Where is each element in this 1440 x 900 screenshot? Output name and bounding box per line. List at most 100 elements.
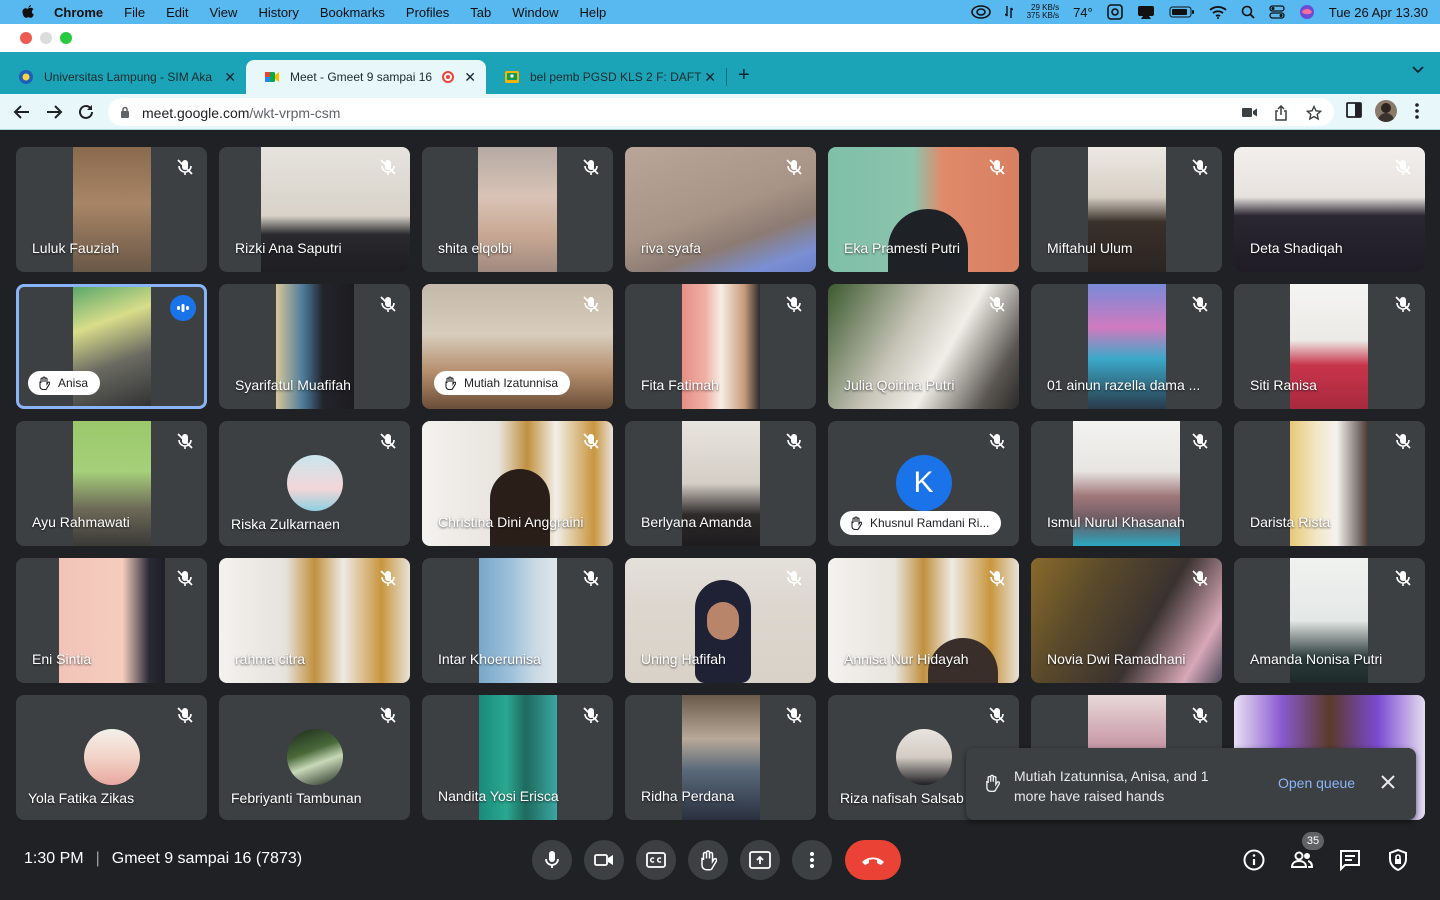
address-bar[interactable]: meet.google.com/wkt-vrpm-csm [108,98,1334,126]
notification-icon[interactable] [1137,4,1155,20]
raised-hand-badge: Mutiah Izatunnisa [434,371,571,395]
lock-icon[interactable] [120,106,130,118]
participant-tile[interactable]: Febriyanti Tambunan [219,695,410,820]
menu-view[interactable]: View [209,5,237,20]
people-icon[interactable] [1290,848,1314,872]
profile-avatar[interactable] [1375,100,1397,122]
participant-name: Ayu Rahmawati [32,514,130,530]
participant-tile[interactable]: Annisa Nur Hidayah [828,558,1019,683]
mic-off-icon [786,296,802,312]
back-arrow-icon[interactable] [12,102,32,122]
host-controls-icon[interactable] [1386,848,1410,872]
participant-tile[interactable]: Berlyana Amanda [625,421,816,546]
siri-icon[interactable] [1299,4,1315,20]
participant-tile[interactable]: Rizki Ana Saputri [219,147,410,272]
apple-icon[interactable] [20,4,36,20]
participant-tile[interactable]: Darista Rista [1234,421,1425,546]
scanner-icon[interactable] [1106,4,1123,20]
clock[interactable]: Tue 26 Apr 13.30 [1329,5,1428,20]
participant-tile[interactable]: Riska Zulkarnaen [219,421,410,546]
new-tab-button[interactable]: + [738,64,750,87]
meet-icon [265,72,279,82]
tab-search-chevron-icon[interactable] [1412,66,1424,74]
microphone-button[interactable] [532,840,572,880]
participant-tile[interactable]: Miftahul Ulum [1031,147,1222,272]
participant-tile[interactable]: rahma citra [219,558,410,683]
raise-hand-button[interactable] [688,840,728,880]
camera-in-use-icon[interactable] [1242,107,1258,118]
bookmark-star-icon[interactable] [1306,105,1322,121]
tab-unila[interactable]: Universitas Lampung - SIM Aka ✕ [0,60,246,94]
participant-tile-speaking[interactable]: Anisa [16,284,207,409]
participant-tile[interactable]: Amanda Nonisa Putri [1234,558,1425,683]
tab-close-icon[interactable]: ✕ [224,69,236,86]
wifi-icon[interactable] [1209,5,1227,19]
url-text: meet.google.com/wkt-vrpm-csm [142,105,341,121]
present-screen-button[interactable] [740,840,780,880]
forward-arrow-icon[interactable] [44,102,64,122]
participant-tile[interactable]: Eka Pramesti Putri [828,147,1019,272]
chat-icon[interactable] [1338,848,1362,872]
participant-tile[interactable]: Syarifatul Muafifah [219,284,410,409]
tab-close-icon[interactable]: ✕ [464,69,476,86]
window-minimize-button[interactable] [40,32,52,44]
participant-tile[interactable]: Luluk Fauziah [16,147,207,272]
participant-tile[interactable]: Nandita Yosi Erisca [422,695,613,820]
menu-help[interactable]: Help [580,5,607,20]
participant-tile[interactable]: Uning Hafifah [625,558,816,683]
share-icon[interactable] [1274,105,1288,121]
tab-close-icon[interactable]: ✕ [704,69,716,86]
menu-bookmarks[interactable]: Bookmarks [320,5,385,20]
participant-name: rahma citra [235,651,306,667]
participant-tile[interactable]: 01 ainun razella dama ... [1031,284,1222,409]
tab-meet[interactable]: Meet - Gmeet 9 sampai 16 ✕ [246,60,486,94]
participant-tile[interactable]: Deta Shadiqah [1234,147,1425,272]
menu-window[interactable]: Window [512,5,558,20]
creative-cloud-icon[interactable] [970,5,991,19]
menu-app-name[interactable]: Chrome [54,5,103,20]
menu-history[interactable]: History [258,5,298,20]
participant-tile[interactable]: Julia Qoirina Putri [828,284,1019,409]
chrome-menu-icon[interactable] [1414,102,1420,120]
participant-tile[interactable]: Novia Dwi Ramadhani [1031,558,1222,683]
temperature-readout[interactable]: 74° [1073,5,1093,20]
participant-tile[interactable]: Intar Khoerunisa [422,558,613,683]
side-panel-icon[interactable] [1346,102,1362,118]
participant-tile[interactable]: riva syafa [625,147,816,272]
captions-button[interactable] [636,840,676,880]
participant-tile[interactable]: Christina Dini Anggraini [422,421,613,546]
participant-name: Berlyana Amanda [641,514,752,530]
battery-icon[interactable] [1169,5,1195,19]
participant-tile[interactable]: Siti Ranisa [1234,284,1425,409]
participant-tile[interactable]: Ridha Perdana [625,695,816,820]
participant-tile[interactable]: Yola Fatika Zikas [16,695,207,820]
mic-off-icon [177,433,193,449]
participant-tile[interactable]: Ayu Rahmawati [16,421,207,546]
menu-profiles[interactable]: Profiles [406,5,449,20]
tab-classroom[interactable]: bel pemb PGSD KLS 2 F: DAFT ✕ [486,60,726,94]
spotlight-search-icon[interactable] [1241,5,1255,19]
participant-tile[interactable]: Eni Sintia [16,558,207,683]
participant-tile[interactable]: Mutiah Izatunnisa [422,284,613,409]
menu-edit[interactable]: Edit [166,5,188,20]
open-queue-button[interactable]: Open queue [1278,775,1355,791]
more-options-button[interactable] [792,840,832,880]
meeting-details-icon[interactable] [1242,848,1266,872]
participant-tile[interactable]: shita elqolbi [422,147,613,272]
leave-call-button[interactable] [845,840,901,880]
participant-tile[interactable]: Fita Fatimah [625,284,816,409]
close-icon[interactable] [1380,774,1396,790]
control-center-icon[interactable] [1269,5,1285,19]
participant-tile[interactable]: K Khusnul Ramdani Ri... [828,421,1019,546]
window-zoom-button[interactable] [60,32,72,44]
mic-off-icon [1395,433,1411,449]
menu-tab[interactable]: Tab [470,5,491,20]
raised-hand-icon [445,376,456,390]
menu-file[interactable]: File [124,5,145,20]
camera-button[interactable] [584,840,624,880]
window-close-button[interactable] [20,32,32,44]
participant-tile[interactable]: Ismul Nurul Khasanah [1031,421,1222,546]
mic-off-icon [786,570,802,586]
participant-name: Khusnul Ramdani Ri... [870,516,990,530]
reload-icon[interactable] [76,102,96,122]
